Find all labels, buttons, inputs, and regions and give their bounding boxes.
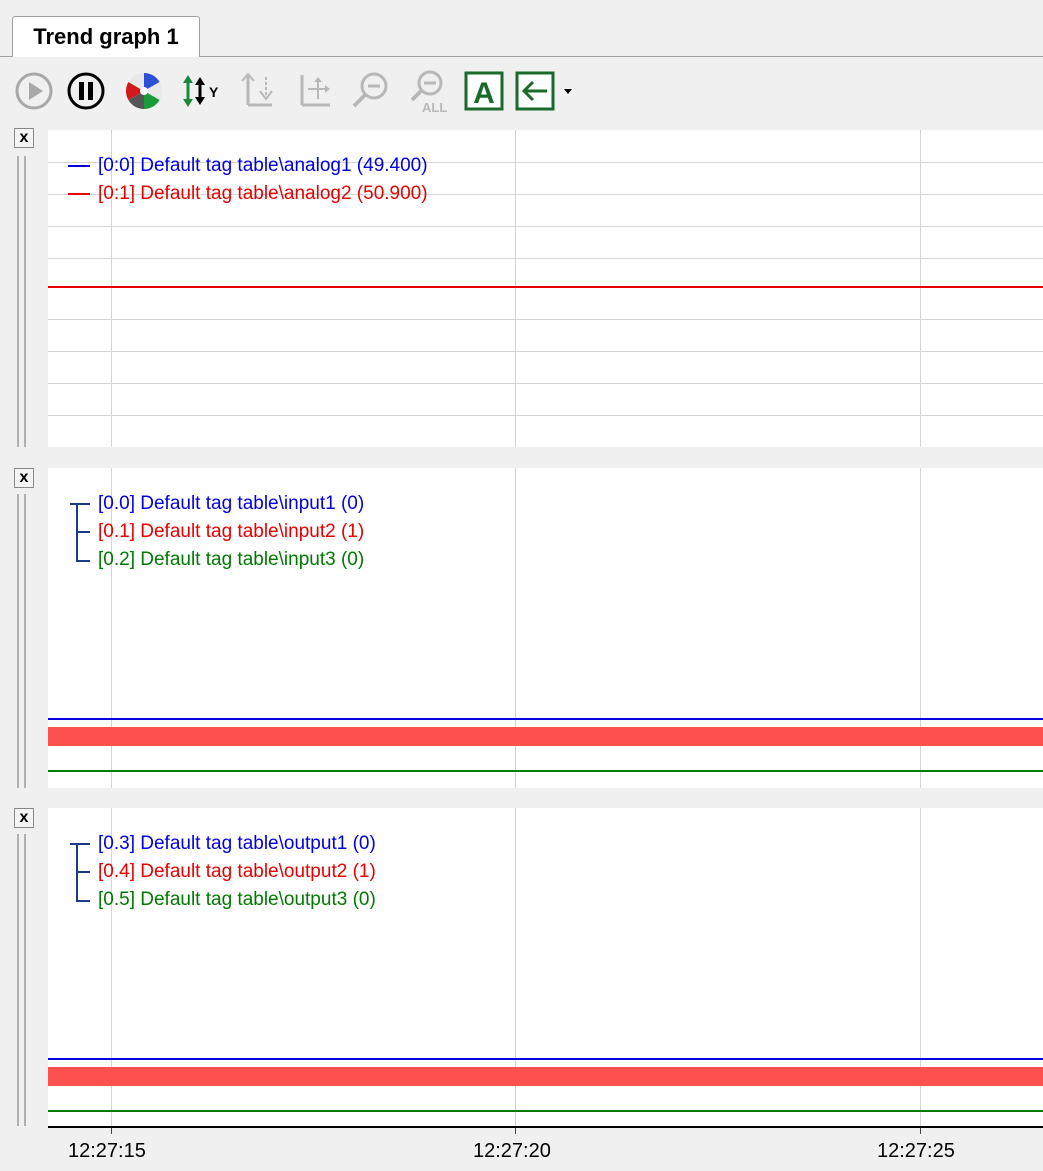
stop-button[interactable] (64, 69, 108, 113)
grid-line (48, 319, 1043, 320)
grid-line (48, 226, 1043, 227)
time-tick-label: 12:27:15 (68, 1140, 146, 1162)
legend-bracket (76, 504, 78, 562)
legend-label: [0.4] Default tag table\output2 (1) (98, 861, 376, 882)
trace-analog2 (48, 286, 1043, 288)
plot-area[interactable]: [0.0] Default tag table\input1 (0) [0.1]… (48, 468, 1043, 788)
legend-label: [0.3] Default tag table\output1 (0) (98, 833, 376, 854)
legend-label: [0.5] Default tag table\output3 (0) (98, 889, 376, 910)
zoom-all-icon: ALL (410, 70, 447, 115)
pane-splitter[interactable] (17, 494, 26, 788)
trend-pane-3: x [0.3] Default tag table\output1 (0) [0… (0, 802, 1043, 1126)
svg-text:Y: Y (209, 84, 219, 100)
zoom-all-button[interactable]: ALL (404, 69, 454, 115)
trace-input3 (48, 770, 1043, 772)
grid-line (48, 415, 1043, 416)
trace-output3 (48, 1110, 1043, 1112)
legend: [0:0] Default tag table\analog1 (49.400)… (68, 152, 428, 208)
play-icon (15, 72, 53, 110)
legend-item[interactable]: [0.2] Default tag table\input3 (0) (98, 546, 364, 574)
grid-line (48, 258, 1043, 259)
legend-label: [0:1] Default tag table\analog2 (50.900) (98, 183, 428, 204)
close-pane-button[interactable]: x (14, 128, 34, 148)
axis-button[interactable] (236, 69, 280, 113)
legend-item[interactable]: [0:1] Default tag table\analog2 (50.900) (68, 180, 428, 208)
trend-pane-1: x [0:0] Default tag table\analog1 (49.40… (0, 120, 1043, 447)
color-wheel-icon (125, 72, 163, 110)
trace-output1 (48, 1058, 1043, 1060)
legend-item[interactable]: [0.1] Default tag table\input2 (1) (98, 518, 364, 546)
zoom-all-label: ALL (422, 100, 447, 115)
font-a-icon: A (464, 71, 504, 111)
legend-item[interactable]: [0.3] Default tag table\output1 (0) (98, 830, 376, 858)
font-button[interactable]: A (462, 69, 506, 113)
legend-item[interactable]: [0:0] Default tag table\analog1 (49.400) (68, 152, 428, 180)
pane-splitter[interactable] (17, 834, 26, 1126)
legend-label: [0.1] Default tag table\input2 (1) (98, 521, 365, 542)
legend: [0.0] Default tag table\input1 (0) [0.1]… (70, 490, 364, 574)
pane-splitter[interactable] (17, 156, 26, 447)
plot-area[interactable]: [0.3] Default tag table\output1 (0) [0.4… (48, 808, 1043, 1126)
plot-area[interactable]: [0:0] Default tag table\analog1 (49.400)… (48, 130, 1043, 447)
legend-item[interactable]: [0.4] Default tag table\output2 (1) (98, 858, 376, 886)
pause-icon (67, 72, 105, 110)
zoom-out-button[interactable] (348, 69, 392, 113)
toolbar: Y ALL A (0, 57, 1043, 119)
grid-line (48, 383, 1043, 384)
font-label: A (473, 77, 495, 110)
zoom-out-icon (352, 72, 388, 108)
arrow-left-icon (515, 71, 572, 111)
legend-label: [0.2] Default tag table\input3 (0) (98, 549, 365, 570)
axis-icon (241, 72, 273, 107)
time-tick-label: 12:27:25 (877, 1140, 955, 1162)
move-icon (300, 75, 330, 107)
tab-bar: Trend graph 1 (0, 8, 1043, 57)
time-axis: 12:27:15 12:27:20 12:27:25 (0, 1126, 1043, 1171)
color-button[interactable] (122, 69, 166, 113)
legend-label: [0:0] Default tag table\analog1 (49.400) (98, 155, 428, 176)
y-axis-scale-icon: Y (183, 75, 219, 107)
tab-trend-graph-1[interactable]: Trend graph 1 (12, 16, 200, 57)
trace-input2 (48, 727, 1043, 746)
time-tick-label: 12:27:20 (473, 1140, 551, 1162)
window-top (0, 0, 1043, 8)
legend-bracket (76, 844, 78, 902)
close-pane-button[interactable]: x (14, 468, 34, 488)
y-scale-button[interactable]: Y (180, 69, 224, 113)
close-pane-button[interactable]: x (14, 808, 34, 828)
trace-input1 (48, 718, 1043, 720)
legend-item[interactable]: [0.0] Default tag table\input1 (0) (98, 490, 364, 518)
grid-line (515, 130, 516, 447)
chevron-down-icon (564, 89, 572, 94)
start-button[interactable] (12, 69, 56, 113)
legend-label: [0.0] Default tag table\input1 (0) (98, 493, 365, 514)
back-button[interactable] (514, 69, 580, 113)
trace-output2 (48, 1067, 1043, 1086)
legend-item[interactable]: [0.5] Default tag table\output3 (0) (98, 886, 376, 914)
move-button[interactable] (292, 69, 336, 113)
grid-line (920, 130, 921, 447)
trend-pane-2: x [0.0] Default tag table\input1 (0) [0.… (0, 462, 1043, 788)
axis-baseline (48, 1126, 1043, 1128)
legend: [0.3] Default tag table\output1 (0) [0.4… (70, 830, 376, 914)
grid-line (48, 351, 1043, 352)
